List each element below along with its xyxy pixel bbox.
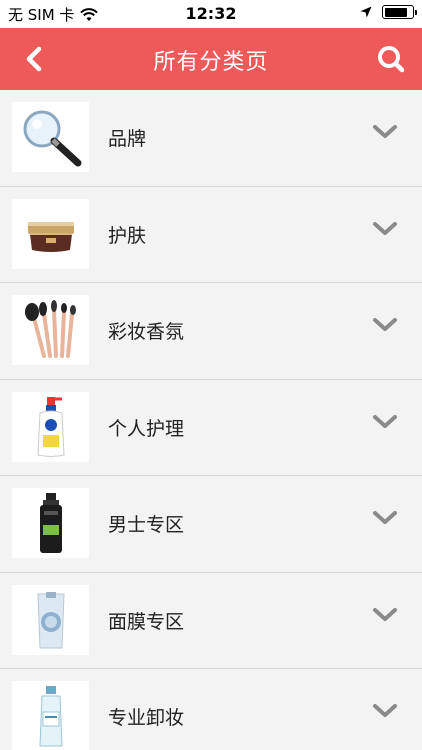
- chevron-down-icon[interactable]: [372, 317, 398, 333]
- men-cleanser-image: [39, 493, 62, 553]
- status-right: [360, 5, 417, 19]
- category-label: 男士专区: [108, 514, 185, 536]
- search-button[interactable]: [374, 42, 408, 76]
- search-icon: [378, 46, 405, 73]
- nav-bar: 所有分类页: [0, 28, 422, 90]
- status-bar: 无 SIM 卡 12:32: [0, 0, 422, 28]
- category-row-makeup-remover[interactable]: 专业卸妆: [0, 669, 422, 750]
- category-row-men[interactable]: 男士专区: [0, 476, 422, 573]
- category-row-brand[interactable]: 品牌: [0, 90, 422, 187]
- category-label: 面膜专区: [108, 610, 185, 633]
- category-thumb: [12, 391, 89, 462]
- chevron-down-icon[interactable]: [372, 124, 398, 140]
- category-thumb: [12, 488, 89, 558]
- page-title: 所有分类页: [153, 50, 269, 75]
- battery-fill: [384, 7, 408, 17]
- category-thumb: [12, 102, 89, 172]
- category-row-skincare[interactable]: 护肤: [0, 186, 422, 283]
- category-label: 彩妆香氛: [108, 321, 185, 343]
- location-arrow-icon: [360, 6, 372, 18]
- magnifier-image: [23, 110, 81, 167]
- category-label: 专业卸妆: [108, 707, 185, 729]
- category-list: 品牌 护肤 彩妆香氛 个人护理 男士专区 面膜专区 专业卸妆: [0, 90, 422, 750]
- battery-icon: [382, 5, 417, 19]
- face-mask-pouch-image: [36, 591, 65, 648]
- chevron-down-icon[interactable]: [372, 414, 398, 430]
- chevron-down-icon[interactable]: [372, 221, 398, 237]
- body-wash-bottle-image: [36, 396, 65, 457]
- cream-jar-image: [27, 221, 74, 252]
- category-thumb: [12, 198, 89, 269]
- micellar-water-image: [38, 686, 63, 747]
- chevron-down-icon[interactable]: [372, 703, 398, 719]
- category-thumb: [12, 681, 89, 750]
- category-row-personal-care[interactable]: 个人护理: [0, 379, 422, 476]
- category-thumb: [12, 584, 89, 655]
- category-label: 品牌: [108, 128, 147, 150]
- chevron-down-icon[interactable]: [372, 607, 398, 623]
- category-label: 护肤: [108, 224, 147, 247]
- category-row-makeup[interactable]: 彩妆香氛: [0, 283, 422, 380]
- category-label: 个人护理: [108, 417, 185, 440]
- category-thumb: [12, 295, 89, 365]
- category-row-mask[interactable]: 面膜专区: [0, 572, 422, 669]
- makeup-brushes-image: [24, 300, 76, 358]
- chevron-down-icon[interactable]: [372, 510, 398, 526]
- status-time: 12:32: [185, 4, 237, 23]
